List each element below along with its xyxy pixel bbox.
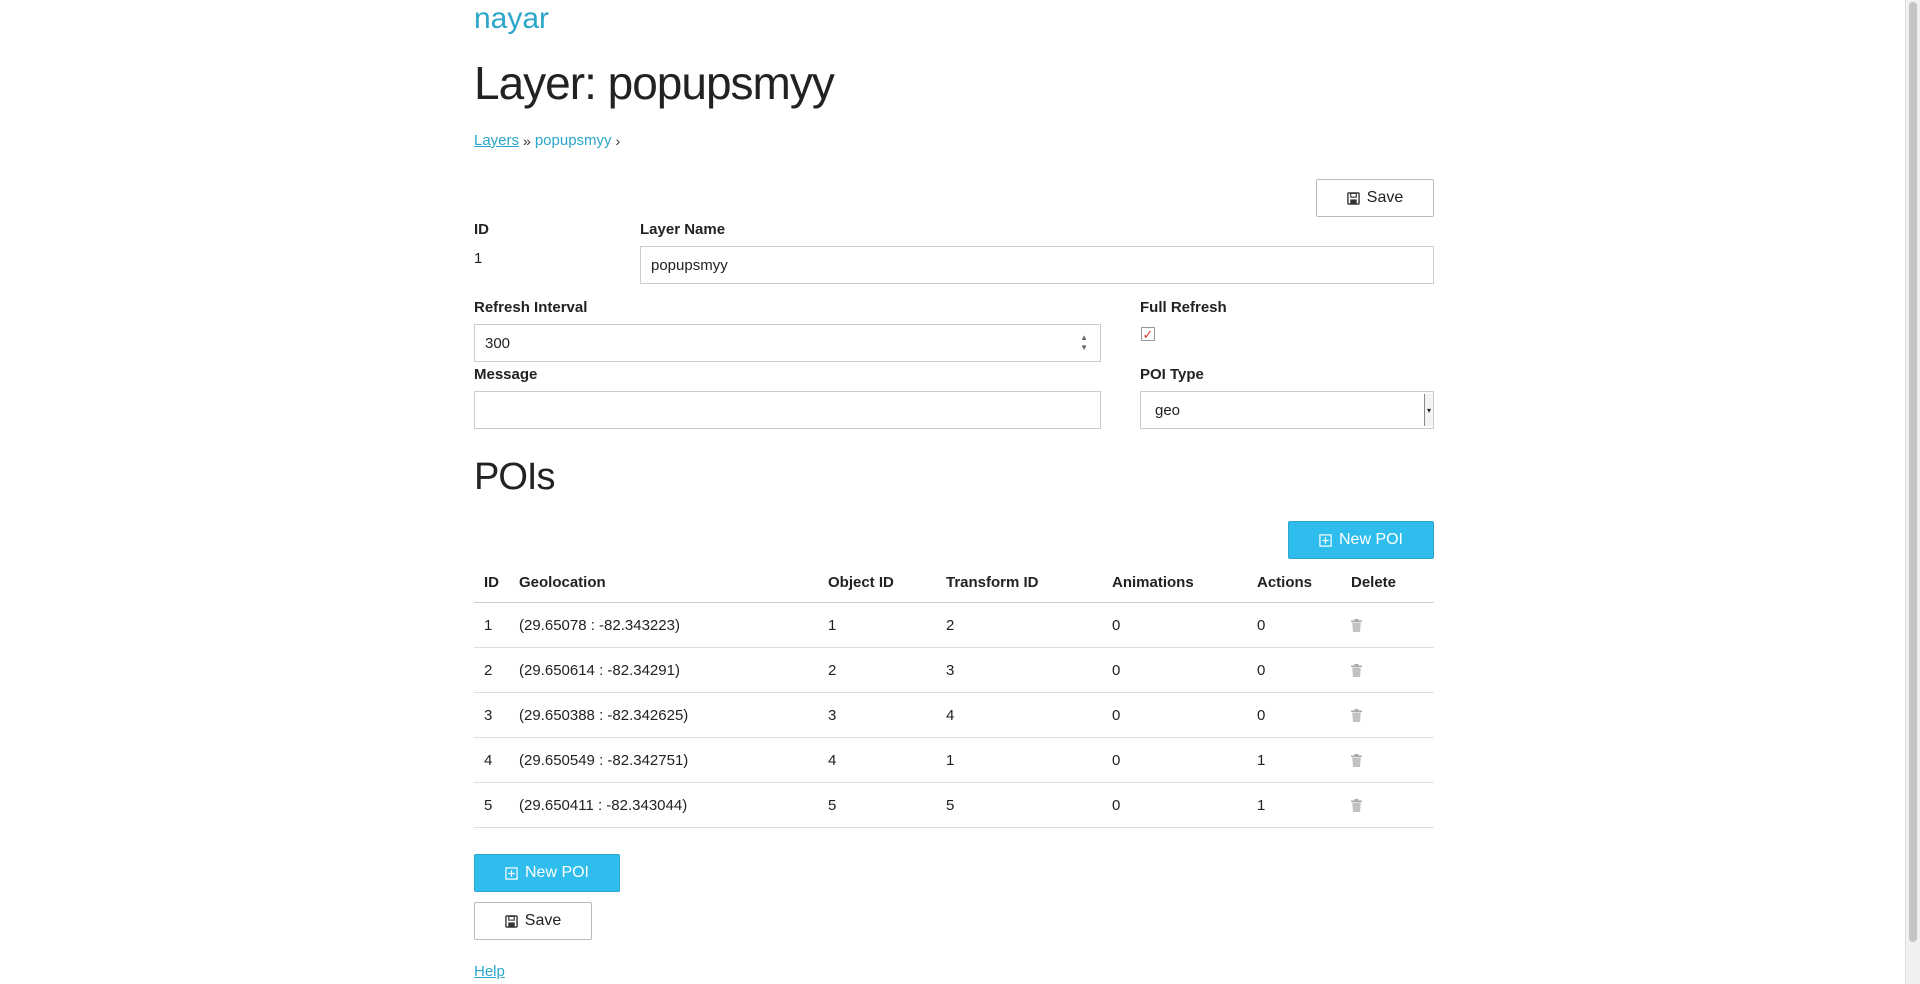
table-header-row: ID Geolocation Object ID Transform ID An… xyxy=(474,562,1434,603)
message-input[interactable] xyxy=(474,391,1101,429)
poi-transform-id-cell: 5 xyxy=(946,782,1112,828)
poi-object-id-cell: 2 xyxy=(828,647,946,693)
breadcrumb-tail-icon: › xyxy=(615,132,621,149)
trash-icon[interactable] xyxy=(1351,664,1362,678)
poi-delete-cell xyxy=(1351,737,1434,783)
refresh-interval-value: 300 xyxy=(485,334,511,352)
plus-square-icon xyxy=(1319,533,1332,547)
column-header-geolocation: Geolocation xyxy=(519,562,828,603)
floppy-disk-icon xyxy=(504,914,518,928)
chevron-down-icon: ▾ xyxy=(1424,394,1433,426)
table-row[interactable]: 3 (29.650388 : -82.342625) 3 4 0 0 xyxy=(474,692,1434,738)
poi-transform-id-cell: 2 xyxy=(946,602,1112,648)
column-header-id: ID xyxy=(474,562,519,603)
trash-icon[interactable] xyxy=(1351,754,1362,768)
new-poi-button-top-label: New POI xyxy=(1338,531,1403,548)
poi-animations-cell: 0 xyxy=(1112,602,1257,648)
poi-type-value: geo xyxy=(1155,401,1181,419)
save-button-bottom[interactable]: Save xyxy=(474,902,592,940)
layer-name-label: Layer Name xyxy=(640,221,726,238)
poi-transform-id-cell: 3 xyxy=(946,647,1112,693)
poi-object-id-cell: 3 xyxy=(828,692,946,738)
floppy-disk-icon xyxy=(1346,191,1360,205)
new-poi-button-bottom[interactable]: New POI xyxy=(474,854,620,892)
column-header-delete: Delete xyxy=(1351,562,1434,603)
poi-type-label: POI Type xyxy=(1140,366,1204,383)
brand-link[interactable]: nayar xyxy=(474,2,549,36)
trash-icon[interactable] xyxy=(1351,709,1362,723)
poi-animations-cell: 0 xyxy=(1112,692,1257,738)
poi-animations-cell: 0 xyxy=(1112,782,1257,828)
column-header-actions: Actions xyxy=(1257,562,1351,603)
trash-icon[interactable] xyxy=(1351,799,1362,813)
column-header-animations: Animations xyxy=(1112,562,1257,603)
layer-name-value: popupsmyy xyxy=(651,256,728,274)
column-header-object-id: Object ID xyxy=(828,562,946,603)
scrollbar-thumb[interactable] xyxy=(1909,2,1917,942)
plus-square-icon xyxy=(505,866,518,880)
refresh-interval-input[interactable]: 300 ▲ ▼ xyxy=(474,324,1101,362)
poi-object-id-cell: 1 xyxy=(828,602,946,648)
breadcrumb-current: popupsmyy xyxy=(534,132,612,149)
page-container: nayar Layer: popupsmyy Layers » popupsmy… xyxy=(474,0,1434,984)
refresh-interval-label: Refresh Interval xyxy=(474,299,588,316)
poi-object-id-cell: 4 xyxy=(828,737,946,783)
poi-id-cell: 3 xyxy=(474,692,519,738)
id-label: ID xyxy=(474,221,489,238)
poi-delete-cell xyxy=(1351,602,1434,648)
breadcrumb: Layers » popupsmyy › xyxy=(474,132,624,149)
poi-id-cell: 1 xyxy=(474,602,519,648)
save-button-bottom-label: Save xyxy=(524,912,562,929)
full-refresh-checkbox[interactable]: ✓ xyxy=(1141,327,1155,341)
message-label: Message xyxy=(474,366,538,383)
poi-geolocation-cell: (29.650614 : -82.34291) xyxy=(519,647,828,693)
poi-delete-cell xyxy=(1351,782,1434,828)
poi-transform-id-cell: 4 xyxy=(946,692,1112,738)
poi-transform-id-cell: 1 xyxy=(946,737,1112,783)
poi-type-select[interactable]: geo ▾ xyxy=(1140,391,1434,429)
table-row[interactable]: 5 (29.650411 : -82.343044) 5 5 0 1 xyxy=(474,782,1434,828)
save-button-top-label: Save xyxy=(1366,189,1404,206)
table-row[interactable]: 1 (29.65078 : -82.343223) 1 2 0 0 xyxy=(474,602,1434,648)
poi-id-cell: 5 xyxy=(474,782,519,828)
poi-object-id-cell: 5 xyxy=(828,782,946,828)
poi-id-cell: 4 xyxy=(474,737,519,783)
table-row[interactable]: 2 (29.650614 : -82.34291) 2 3 0 0 xyxy=(474,647,1434,693)
poi-actions-cell: 0 xyxy=(1257,602,1351,648)
id-value: 1 xyxy=(474,250,483,267)
poi-geolocation-cell: (29.65078 : -82.343223) xyxy=(519,602,828,648)
poi-actions-cell: 0 xyxy=(1257,647,1351,693)
poi-actions-cell: 1 xyxy=(1257,737,1351,783)
pois-heading: POIs xyxy=(474,456,555,498)
poi-delete-cell xyxy=(1351,692,1434,738)
poi-id-cell: 2 xyxy=(474,647,519,693)
poi-actions-cell: 1 xyxy=(1257,782,1351,828)
new-poi-button-bottom-label: New POI xyxy=(524,864,589,881)
help-link[interactable]: Help xyxy=(474,963,505,980)
poi-animations-cell: 0 xyxy=(1112,737,1257,783)
pois-table: ID Geolocation Object ID Transform ID An… xyxy=(474,562,1434,828)
breadcrumb-separator: » xyxy=(523,132,531,149)
trash-icon[interactable] xyxy=(1351,619,1362,633)
poi-animations-cell: 0 xyxy=(1112,647,1257,693)
layer-name-input[interactable]: popupsmyy xyxy=(640,246,1434,284)
poi-delete-cell xyxy=(1351,647,1434,693)
spinner-arrows-icon[interactable]: ▲ ▼ xyxy=(1080,333,1088,353)
breadcrumb-layers-link[interactable]: Layers xyxy=(474,132,519,149)
poi-geolocation-cell: (29.650388 : -82.342625) xyxy=(519,692,828,738)
column-header-transform-id: Transform ID xyxy=(946,562,1112,603)
table-row[interactable]: 4 (29.650549 : -82.342751) 4 1 0 1 xyxy=(474,737,1434,783)
poi-geolocation-cell: (29.650411 : -82.343044) xyxy=(519,782,828,828)
page-title: Layer: popupsmyy xyxy=(474,57,835,109)
new-poi-button-top[interactable]: New POI xyxy=(1288,521,1434,559)
vertical-scrollbar[interactable] xyxy=(1905,0,1920,984)
full-refresh-label: Full Refresh xyxy=(1140,299,1227,316)
poi-actions-cell: 0 xyxy=(1257,692,1351,738)
checkmark-icon: ✓ xyxy=(1142,326,1154,342)
poi-geolocation-cell: (29.650549 : -82.342751) xyxy=(519,737,828,783)
save-button-top[interactable]: Save xyxy=(1316,179,1434,217)
